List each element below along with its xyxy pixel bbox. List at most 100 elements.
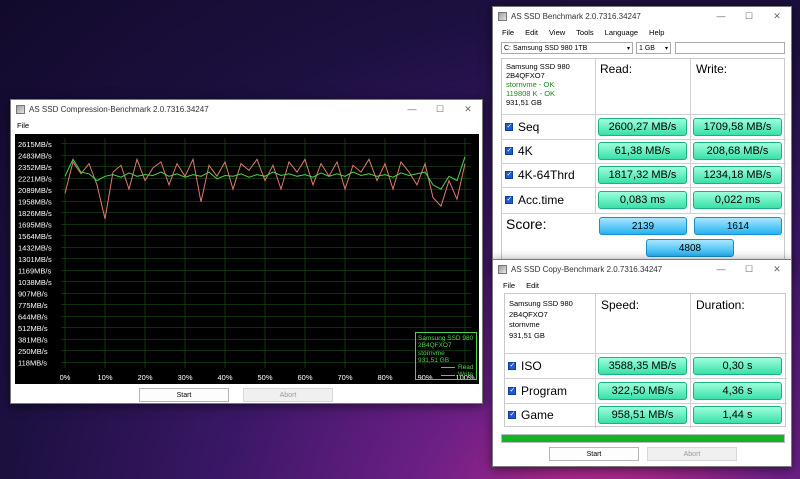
minimize-icon[interactable]: — (707, 264, 735, 274)
legend-read-label: Read (458, 364, 474, 372)
close-icon[interactable]: ✕ (454, 104, 482, 115)
x-tick-label: 20% (137, 373, 152, 382)
seq-read-value: 2600,27 MB/s (598, 118, 687, 136)
menu-edit[interactable]: Edit (526, 281, 539, 290)
benchmark-titlebar[interactable]: AS SSD Benchmark 2.0.7316.34247 — ☐ ✕ (493, 7, 791, 25)
row-program-label[interactable]: Program (508, 381, 567, 401)
results-grid: Samsung SSD 980 2B4QFXO7 stornvme - OK 1… (501, 58, 786, 265)
benchmark-window: AS SSD Benchmark 2.0.7316.34247 — ☐ ✕ Fi… (492, 6, 792, 270)
drive-select-value: C: Samsung SSD 980 1TB (504, 44, 588, 52)
game-duration-value: 1,44 s (693, 406, 782, 424)
compression-title: AS SSD Compression-Benchmark 2.0.7316.34… (29, 104, 209, 114)
maximize-icon[interactable]: ☐ (735, 264, 763, 275)
y-tick-label: 118MB/s (18, 358, 47, 367)
legend-read-swatch (441, 367, 455, 369)
copy-benchmark-window: AS SSD Copy-Benchmark 2.0.7316.34247 — ☐… (492, 259, 792, 467)
row-4k-label[interactable]: 4K (505, 141, 533, 161)
write-header: Write: (696, 62, 728, 76)
program-label-text: Program (521, 384, 568, 398)
row-seq-label[interactable]: Seq (505, 117, 539, 137)
copy-info-driver: stornvme (509, 320, 540, 329)
maximize-icon[interactable]: ☐ (735, 11, 763, 22)
seq-checkbox[interactable] (505, 122, 513, 131)
x-tick-label: 30% (177, 373, 192, 382)
program-checkbox[interactable] (508, 386, 516, 395)
y-tick-label: 2483MB/s (18, 151, 52, 160)
info-model: Samsung SSD 980 (506, 62, 570, 71)
copy-start-button[interactable]: Start (549, 447, 639, 461)
compression-abort-button[interactable]: Abort (243, 388, 333, 402)
y-tick-label: 512MB/s (18, 324, 48, 333)
row-4k64-label[interactable]: 4K-64Thrd (505, 165, 575, 185)
game-label-text: Game (521, 408, 554, 422)
iso-checkbox[interactable] (508, 361, 516, 370)
iso-speed-value: 3588,35 MB/s (598, 357, 687, 375)
copy-progress-bar (501, 434, 785, 443)
x-tick-label: 0% (60, 373, 71, 382)
blank-field[interactable] (675, 42, 785, 54)
compression-chart-svg: 2615MB/s 2483MB/s 2352MB/s 2221MB/s 2089MB/s… (18, 138, 475, 382)
menu-language[interactable]: Language (605, 28, 638, 37)
row-game-label[interactable]: Game (508, 405, 554, 425)
speed-header: Speed: (601, 298, 640, 312)
program-speed-value: 322,50 MB/s (598, 382, 687, 400)
4k64-write-value: 1234,18 MB/s (693, 166, 782, 184)
score-total-value: 4808 (646, 239, 734, 257)
close-icon[interactable]: ✕ (763, 264, 791, 275)
chevron-down-icon: ▾ (626, 45, 630, 52)
read-header: Read: (600, 62, 633, 76)
y-tick-label: 1301MB/s (18, 255, 52, 264)
app-icon (498, 264, 507, 274)
x-tick-label: 80% (377, 373, 392, 382)
minimize-icon[interactable]: — (398, 104, 426, 114)
4k-checkbox[interactable] (505, 146, 513, 155)
size-select-value: 1 GB (639, 44, 655, 52)
y-tick-label: 2221MB/s (18, 174, 52, 183)
copy-abort-button[interactable]: Abort (647, 447, 737, 461)
acc-checkbox[interactable] (505, 195, 513, 204)
menu-file[interactable]: File (17, 121, 29, 130)
legend-driver: stornvme (418, 349, 445, 357)
menu-edit[interactable]: Edit (525, 28, 538, 37)
menu-file[interactable]: File (502, 28, 514, 37)
game-checkbox[interactable] (508, 410, 516, 419)
info-driver: stornvme - OK (506, 80, 555, 89)
menu-view[interactable]: View (549, 28, 565, 37)
acc-write-value: 0,022 ms (693, 191, 782, 209)
y-tick-label: 907MB/s (18, 289, 48, 298)
legend-write-swatch (441, 374, 455, 376)
y-tick-label: 250MB/s (18, 347, 48, 356)
size-select[interactable]: 1 GB ▾ (636, 42, 671, 54)
row-iso-label[interactable]: ISO (508, 356, 542, 376)
menu-help[interactable]: Help (649, 28, 664, 37)
minimize-icon[interactable]: — (707, 11, 735, 21)
menu-tools[interactable]: Tools (576, 28, 594, 37)
compression-start-button[interactable]: Start (139, 388, 229, 402)
4k-write-value: 208,68 MB/s (693, 142, 782, 160)
x-tick-label: 50% (257, 373, 272, 382)
4k64-checkbox[interactable] (505, 170, 513, 179)
copy-progress-fill (502, 435, 784, 442)
legend-write: Write (418, 371, 474, 378)
seq-write-value: 1709,58 MB/s (693, 118, 782, 136)
y-tick-label: 1826MB/s (18, 209, 52, 218)
copy-title: AS SSD Copy-Benchmark 2.0.7316.34247 (511, 264, 663, 274)
4k-read-value: 61,38 MB/s (598, 142, 687, 160)
copy-titlebar[interactable]: AS SSD Copy-Benchmark 2.0.7316.34247 — ☐… (493, 260, 791, 278)
maximize-icon[interactable]: ☐ (426, 104, 454, 115)
copy-drive-info: Samsung SSD 980 2B4QFXO7 stornvme 931,51… (509, 299, 573, 341)
close-icon[interactable]: ✕ (763, 11, 791, 22)
drive-info: Samsung SSD 980 2B4QFXO7 stornvme - OK 1… (506, 62, 570, 107)
y-tick-label: 644MB/s (18, 312, 48, 321)
compression-chart: 2615MB/s 2483MB/s 2352MB/s 2221MB/s 2089MB/s… (15, 134, 479, 384)
drive-select[interactable]: C: Samsung SSD 980 1TB ▾ (501, 42, 633, 54)
compression-titlebar[interactable]: AS SSD Compression-Benchmark 2.0.7316.34… (11, 100, 482, 118)
chart-legend: Samsung SSD 980 2B4QFXO7 stornvme 931,51… (415, 332, 477, 380)
menu-file[interactable]: File (503, 281, 515, 290)
iso-label-text: ISO (521, 359, 542, 373)
info-firmware: 2B4QFXO7 (506, 71, 545, 80)
x-tick-label: 60% (297, 373, 312, 382)
copy-info-model: Samsung SSD 980 (509, 299, 573, 308)
y-tick-label: 1695MB/s (18, 220, 52, 229)
row-acc-label[interactable]: Acc.time (505, 190, 564, 210)
